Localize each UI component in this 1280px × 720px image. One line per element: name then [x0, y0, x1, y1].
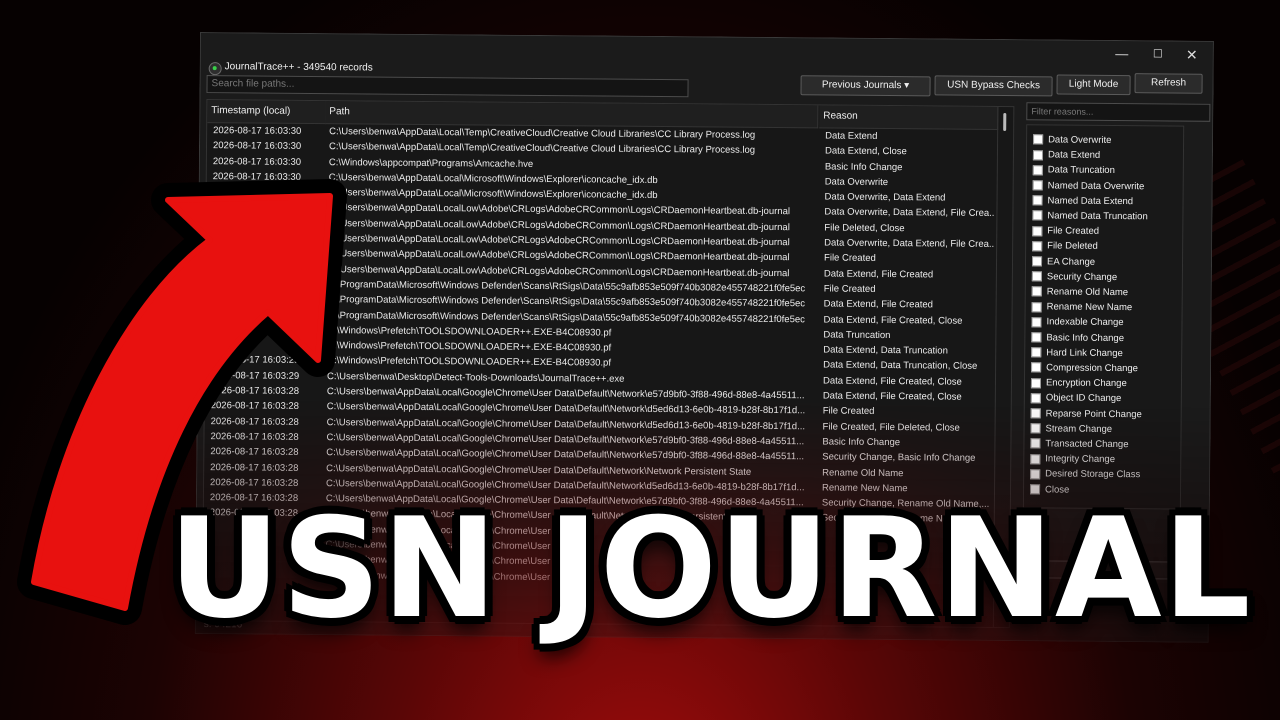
thumbnail-scene: — ☐ ✕ JournalTrace++ - 349540 records Pr…: [0, 0, 1280, 720]
headline-text: USN JOURNAL: [168, 488, 1252, 649]
